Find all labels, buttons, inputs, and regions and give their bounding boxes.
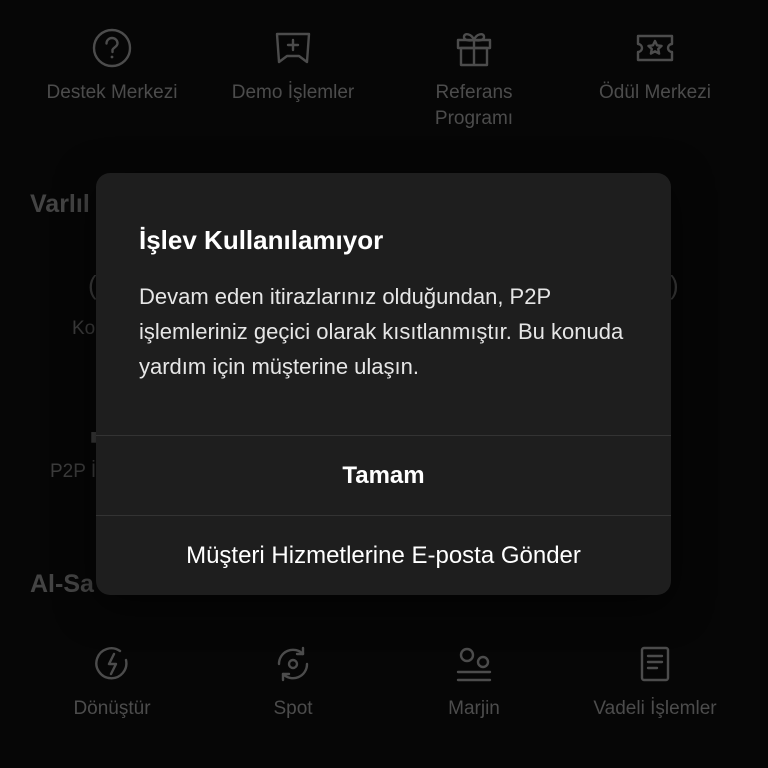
ok-button[interactable]: Tamam [96,436,671,516]
dialog-message: Devam eden itirazlarınız olduğundan, P2P… [139,284,624,379]
email-support-button[interactable]: Müşteri Hizmetlerine E-posta Gönder [96,516,671,595]
screen: Destek Merkezi Demo İşlemler Referans Pr… [0,0,768,768]
alert-dialog: İşlev Kullanılamıyor Devam eden itirazla… [96,173,671,595]
dialog-title: İşlev Kullanılamıyor [139,225,384,255]
